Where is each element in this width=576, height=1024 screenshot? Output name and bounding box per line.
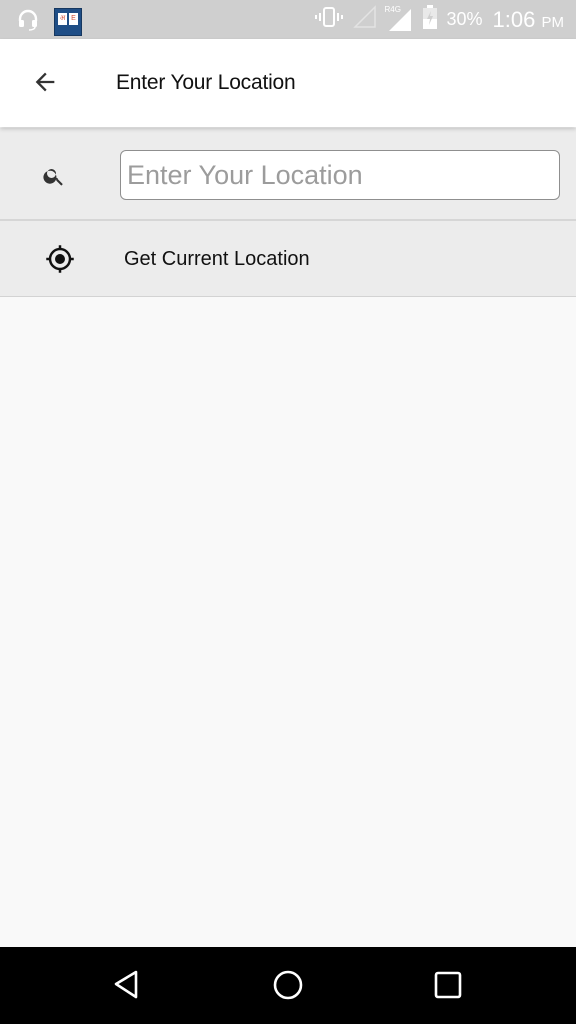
signal-r4g-icon: R4G bbox=[385, 5, 413, 33]
search-row bbox=[0, 128, 576, 221]
back-button[interactable] bbox=[24, 63, 66, 105]
page-title: Enter Your Location bbox=[116, 71, 296, 94]
nav-home-button[interactable] bbox=[268, 967, 308, 1007]
battery-charging-icon bbox=[422, 5, 437, 34]
search-icon bbox=[42, 164, 66, 193]
get-current-location-label: Get Current Location bbox=[124, 248, 310, 270]
triangle-back-icon bbox=[112, 969, 144, 1006]
system-nav-bar bbox=[0, 947, 576, 1024]
status-bar: अE R4G 30% 1:06 PM bbox=[0, 0, 576, 39]
circle-home-icon bbox=[272, 969, 304, 1006]
app-toolbar: Enter Your Location bbox=[0, 39, 576, 127]
nav-recents-button[interactable] bbox=[428, 967, 468, 1007]
signal-empty-icon bbox=[352, 5, 377, 34]
nav-back-button[interactable] bbox=[108, 967, 148, 1007]
battery-percent: 30% bbox=[446, 9, 483, 29]
get-current-location-button[interactable]: Get Current Location bbox=[0, 221, 576, 297]
vibrate-icon bbox=[314, 6, 343, 33]
arrow-left-icon bbox=[31, 68, 59, 101]
clock: 1:06 PM bbox=[492, 6, 564, 32]
app-notification-icon: अE bbox=[54, 7, 82, 36]
square-recents-icon bbox=[433, 970, 463, 1005]
results-area bbox=[0, 298, 576, 946]
headset-icon bbox=[16, 7, 40, 36]
gps-fixed-icon bbox=[45, 244, 75, 279]
location-search-input[interactable] bbox=[120, 150, 560, 200]
